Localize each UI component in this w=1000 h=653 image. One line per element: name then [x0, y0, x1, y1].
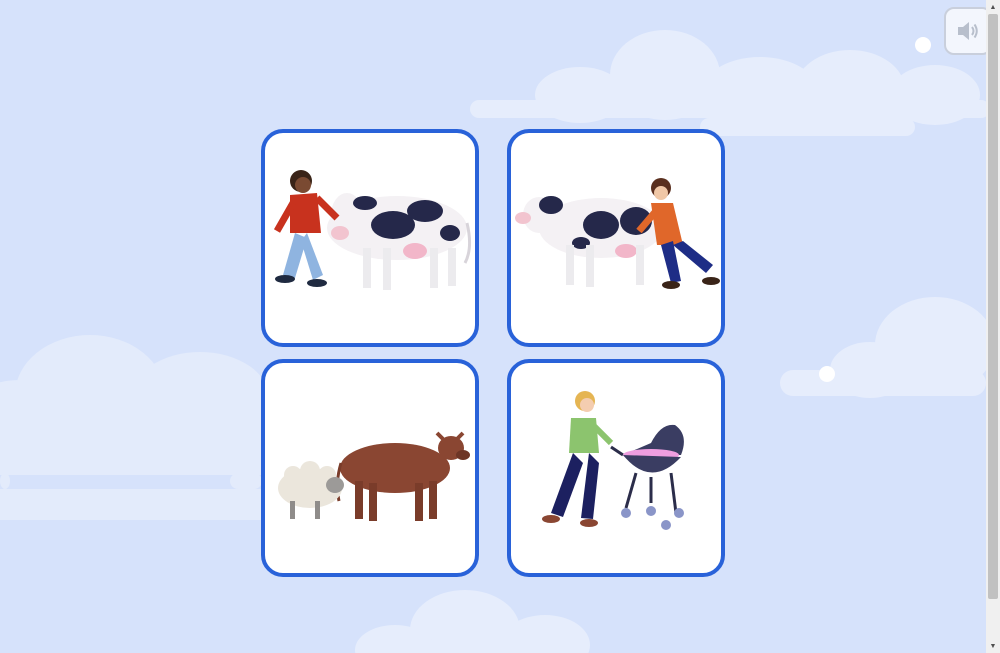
child-pulling-cow-illustration [515, 178, 720, 289]
card-child-pushing-cow[interactable] [261, 129, 479, 347]
scroll-down-arrow[interactable]: ▼ [986, 639, 1000, 653]
sheep-and-calf-illustration [278, 431, 470, 521]
card-child-pulling-cow[interactable] [507, 129, 725, 347]
speaker-icon [958, 22, 978, 40]
scroll-up-arrow[interactable]: ▲ [986, 0, 1000, 14]
parent-pushing-stroller-illustration [542, 391, 684, 530]
cloud-decoration-top-right [0, 30, 995, 653]
child-pushing-cow-illustration [273, 170, 472, 290]
card-parent-pushing-stroller[interactable] [507, 359, 725, 577]
scroll-thumb[interactable] [988, 14, 998, 599]
scrollbar[interactable]: ▲ ▼ [986, 0, 1000, 653]
card-sheep-and-calf[interactable] [261, 359, 479, 577]
sound-button[interactable] [944, 7, 992, 55]
